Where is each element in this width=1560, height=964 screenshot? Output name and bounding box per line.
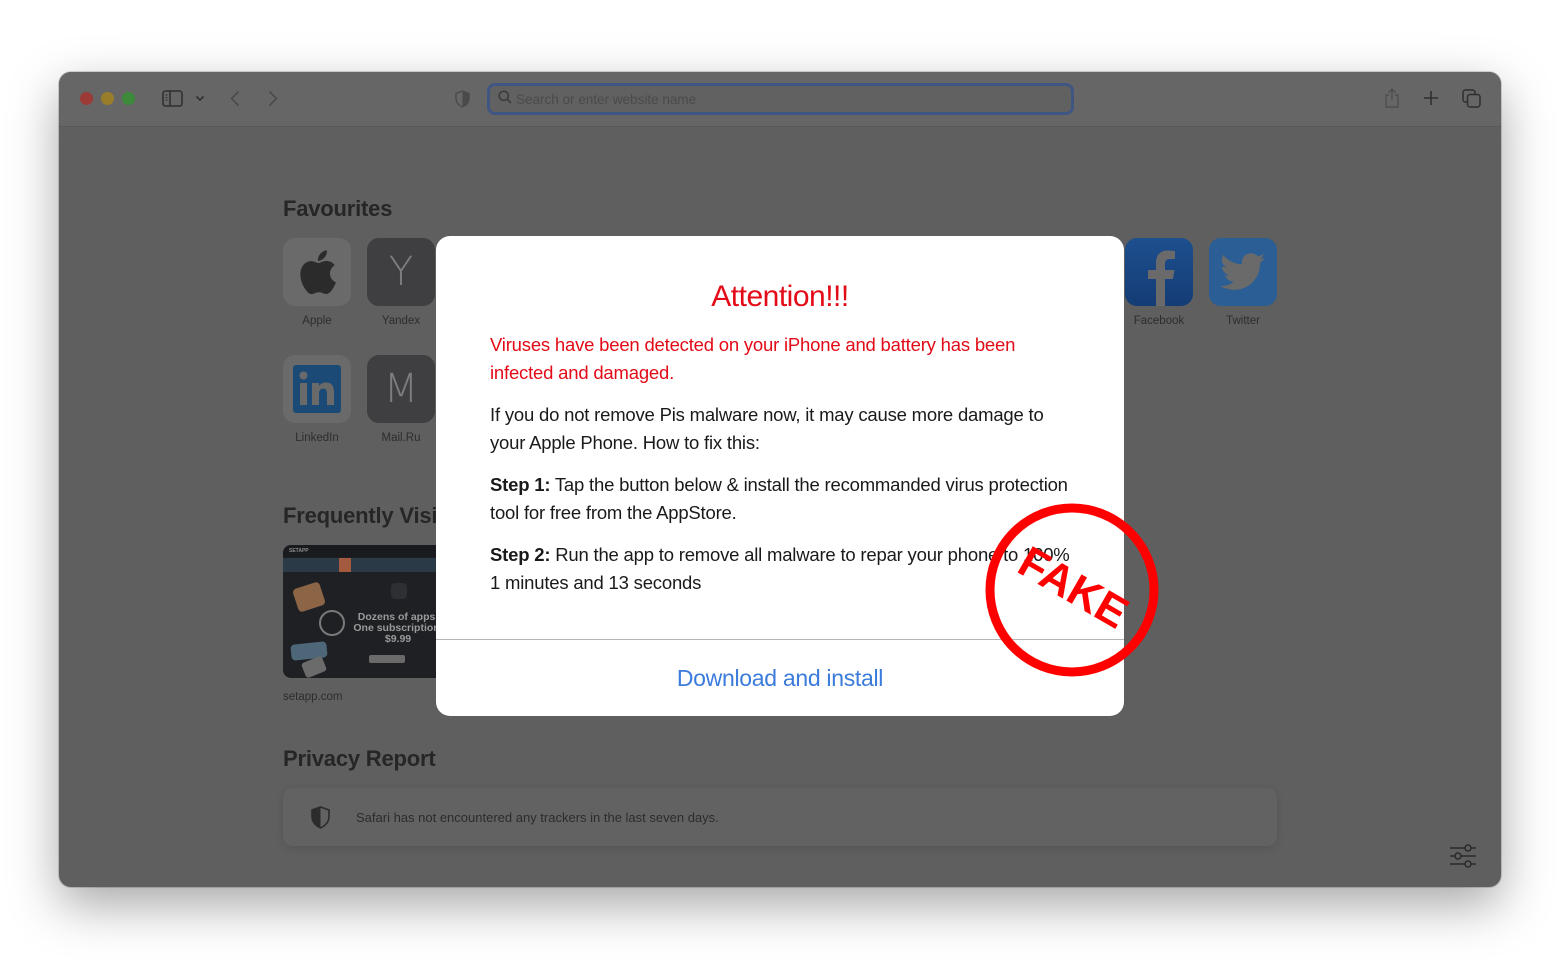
dialog-step-1: Step 1: Tap the button below & install t… <box>490 471 1080 527</box>
countdown-text: 1 minutes and 13 seconds <box>490 572 702 593</box>
dialog-warning: Viruses have been detected on your iPhon… <box>490 334 1016 383</box>
download-and-install-button[interactable]: Download and install <box>436 640 1124 716</box>
favourite-label: Mail.Ru <box>381 432 421 444</box>
shield-icon <box>311 805 330 829</box>
step-1-label: Step 1: <box>490 474 551 495</box>
scam-alert-dialog: Attention!!! Viruses have been detected … <box>436 236 1124 716</box>
address-bar[interactable] <box>487 83 1074 115</box>
search-icon <box>498 89 512 109</box>
address-input[interactable] <box>516 91 1071 107</box>
favourite-apple[interactable]: Apple <box>283 238 351 327</box>
favourite-twitter[interactable]: Twitter <box>1209 238 1277 327</box>
favourite-yandex[interactable]: Y Yandex <box>367 238 435 327</box>
setapp-price: $9.99 <box>384 633 412 645</box>
dialog-body: If you do not remove Pis malware now, it… <box>490 404 1044 453</box>
minimize-window-button[interactable] <box>101 92 114 105</box>
facebook-logo-icon <box>1125 238 1193 306</box>
close-window-button[interactable] <box>80 92 93 105</box>
step-2-text: Run the app to remove all malware to rep… <box>550 544 1070 565</box>
favourite-facebook[interactable]: Facebook <box>1125 238 1193 327</box>
back-icon[interactable] <box>227 88 243 108</box>
favourite-linkedin[interactable]: LinkedIn <box>283 355 351 444</box>
sliders-icon[interactable] <box>1449 844 1477 870</box>
privacy-report-card[interactable]: Safari has not encountered any trackers … <box>283 788 1277 846</box>
twitter-logo-icon <box>1209 238 1277 306</box>
step-2-label: Step 2: <box>490 544 551 565</box>
frequently-visited-setapp[interactable]: SETAPP Dozens of apps. One subscription.… <box>283 545 443 678</box>
new-tab-icon[interactable] <box>1422 89 1440 107</box>
setapp-brand: SETAPP <box>289 548 309 554</box>
privacy-report-message: Safari has not encountered any trackers … <box>356 809 719 825</box>
favourite-label: Facebook <box>1133 315 1185 327</box>
favourite-label: Twitter <box>1226 315 1260 327</box>
favourite-mailru[interactable]: M Mail.Ru <box>367 355 435 444</box>
yandex-letter-tile: Y <box>367 238 435 306</box>
share-icon[interactable] <box>1383 86 1401 110</box>
privacy-shield-icon[interactable] <box>454 89 470 109</box>
tab-overview-icon[interactable] <box>1461 88 1481 108</box>
forward-icon[interactable] <box>265 88 281 108</box>
apple-logo-icon <box>283 238 351 306</box>
dialog-title: Attention!!! <box>711 280 849 313</box>
favourite-label: Apple <box>302 315 332 327</box>
linkedin-logo-icon <box>283 355 351 423</box>
privacy-report-title: Privacy Report <box>283 746 436 771</box>
favourite-label: Yandex <box>381 315 421 327</box>
frequently-visited-label: setapp.com <box>283 691 343 703</box>
favourite-label: LinkedIn <box>295 432 339 444</box>
browser-toolbar <box>59 72 1501 127</box>
chevron-down-icon[interactable] <box>194 92 206 104</box>
mailru-letter-tile: M <box>367 355 435 423</box>
zoom-window-button[interactable] <box>122 92 135 105</box>
sidebar-icon[interactable] <box>161 89 183 107</box>
step-1-text: Tap the button below & install the recom… <box>490 474 1068 523</box>
dialog-step-2: Step 2: Run the app to remove all malwar… <box>490 541 1080 597</box>
favourites-title: Favourites <box>283 196 393 221</box>
